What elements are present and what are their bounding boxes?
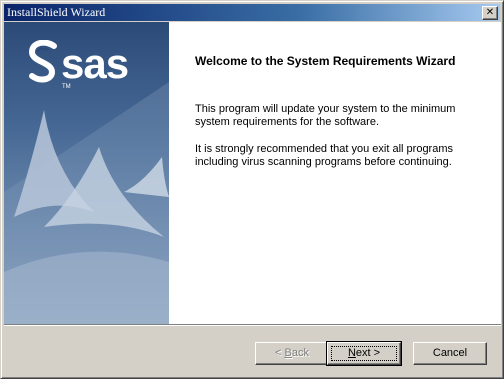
next-button[interactable]: Next > xyxy=(326,341,402,366)
sas-logo-icon xyxy=(28,40,57,83)
close-icon: ✕ xyxy=(485,7,495,18)
side-banner-panel: sas TM xyxy=(4,22,169,324)
back-button[interactable]: < Back xyxy=(255,342,329,365)
back-prefix: < xyxy=(275,347,285,359)
intro-text: This program will update your system to … xyxy=(195,103,456,128)
installshield-wizard-window: InstallShield Wizard ✕ sas TM Welcome to… xyxy=(0,0,504,379)
wizard-content: sas TM Welcome to the System Requirement… xyxy=(4,22,501,324)
cancel-button[interactable]: Cancel xyxy=(413,342,487,365)
logo-wordmark: sas xyxy=(61,40,129,87)
focus-rectangle xyxy=(331,346,397,361)
cancel-label: Cancel xyxy=(432,347,468,359)
logo-trademark: TM xyxy=(62,84,71,90)
button-area-divider xyxy=(4,324,501,326)
back-mnemonic: B xyxy=(284,347,292,359)
back-label-rest: ack xyxy=(291,347,309,359)
warning-text: It is strongly recommended that you exit… xyxy=(195,143,454,168)
sas-logo: sas TM xyxy=(26,40,146,100)
window-title: InstallShield Wizard xyxy=(7,5,106,19)
page-title: Welcome to the System Requirements Wizar… xyxy=(195,54,456,68)
title-bar[interactable]: InstallShield Wizard ✕ xyxy=(4,4,500,21)
close-button[interactable]: ✕ xyxy=(482,6,498,20)
